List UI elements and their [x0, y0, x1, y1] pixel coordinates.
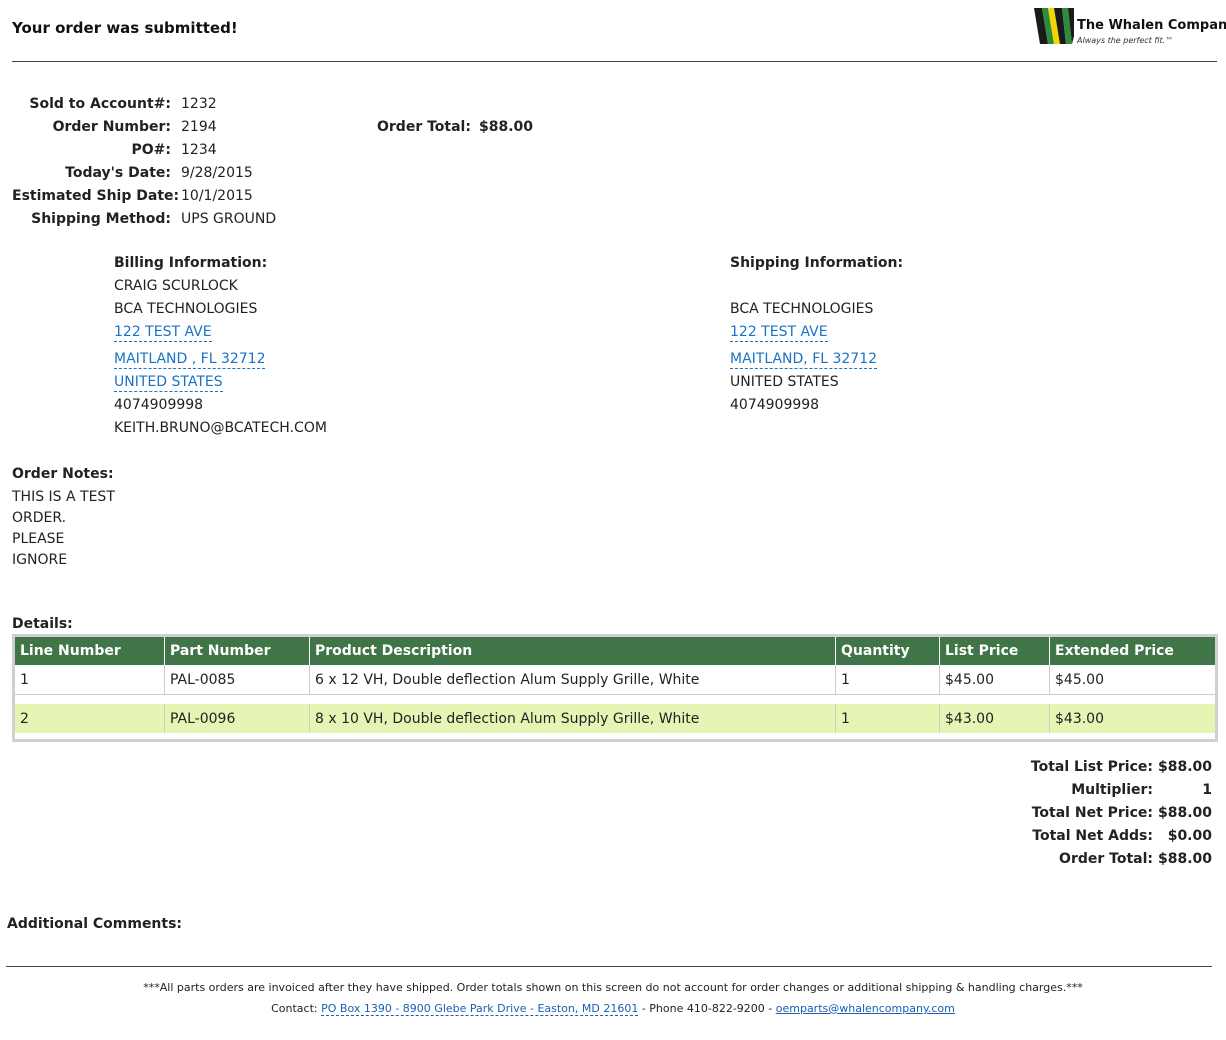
shipping-company: BCA TECHNOLOGIES: [730, 301, 874, 317]
shipping-country: UNITED STATES: [730, 374, 839, 390]
billing-name: CRAIG SCURLOCK: [114, 278, 238, 294]
table-row: 2 PAL-0096 8 x 10 VH, Double deflection …: [13, 704, 1217, 733]
table-row: 1 PAL-0085 6 x 12 VH, Double deflection …: [13, 665, 1217, 695]
total-list-price-value: $88.00: [1157, 759, 1212, 775]
billing-phone: 4074909998: [114, 397, 204, 413]
order-notes-heading: Order Notes:: [12, 466, 114, 482]
billing-email: KEITH.BRUNO@BCATECH.COM: [114, 420, 327, 436]
todays-date-value: 9/28/2015: [181, 165, 253, 181]
billing-street-link[interactable]: 122 TEST AVE: [114, 324, 212, 342]
cell-line-number: 1: [13, 665, 165, 695]
details-heading: Details:: [12, 616, 73, 632]
shipping-method-value: UPS GROUND: [181, 211, 277, 227]
page-title: Your order was submitted!: [12, 19, 238, 37]
ship-date-value: 10/1/2015: [181, 188, 253, 204]
total-net-price-label: Total Net Price:: [1031, 805, 1153, 821]
whalen-w-logo-icon: [1034, 8, 1074, 44]
order-total-value: $88.00: [1157, 851, 1212, 867]
order-number-label: Order Number:: [52, 119, 171, 135]
order-total-header-label: Order Total:: [377, 119, 471, 135]
billing-country-link[interactable]: UNITED STATES: [114, 374, 223, 392]
cell-extended-price: $45.00: [1049, 665, 1217, 695]
contact-prefix: Contact:: [271, 1002, 322, 1015]
contact-phone: - Phone 410-822-9200 -: [638, 1002, 776, 1015]
todays-date-label: Today's Date:: [65, 165, 171, 181]
cell-part-number: PAL-0096: [164, 704, 310, 733]
total-list-price-label: Total List Price:: [1030, 759, 1153, 775]
cell-list-price: $45.00: [939, 665, 1050, 695]
footer-address-link[interactable]: PO Box 1390 - 8900 Glebe Park Drive - Ea…: [321, 1002, 639, 1016]
order-notes-line: THIS IS A TEST: [12, 489, 115, 505]
shipping-phone: 4074909998: [730, 397, 820, 413]
billing-company: BCA TECHNOLOGIES: [114, 301, 258, 317]
footer-email-link[interactable]: oemparts@whalencompany.com: [776, 1002, 955, 1015]
additional-comments-heading: Additional Comments:: [7, 916, 183, 932]
order-notes-line: ORDER.: [12, 510, 67, 526]
order-total-label: Order Total:: [1059, 851, 1153, 867]
col-header-product-description: Product Description: [309, 635, 836, 665]
logo-company-name: The Whalen Company: [1077, 18, 1226, 33]
table-header-row: Line Number Part Number Product Descript…: [13, 635, 1217, 665]
total-net-price-value: $88.00: [1157, 805, 1212, 821]
col-header-line-number: Line Number: [13, 635, 165, 665]
shipping-heading: Shipping Information:: [730, 255, 904, 271]
billing-city-link[interactable]: MAITLAND , FL 32712: [114, 351, 266, 369]
multiplier-label: Multiplier:: [1071, 782, 1153, 798]
logo-tagline: Always the perfect fit.™: [1077, 36, 1174, 45]
ship-date-label: Estimated Ship Date:: [12, 188, 180, 204]
shipping-street-link[interactable]: 122 TEST AVE: [730, 324, 828, 342]
shipping-city-link[interactable]: MAITLAND, FL 32712: [730, 351, 878, 369]
col-header-quantity: Quantity: [835, 635, 940, 665]
cell-part-number: PAL-0085: [164, 665, 310, 695]
billing-heading: Billing Information:: [114, 255, 268, 271]
header-divider: [12, 61, 1217, 62]
po-value: 1234: [181, 142, 217, 158]
order-number-value: 2194: [181, 119, 217, 135]
footer-disclaimer: ***All parts orders are invoiced after t…: [143, 981, 1083, 994]
sold-to-label: Sold to Account#:: [29, 96, 171, 112]
cell-quantity: 1: [835, 704, 940, 733]
company-logo: The Whalen Company Always the perfect fi…: [1034, 6, 1226, 46]
shipping-method-label: Shipping Method:: [31, 211, 171, 227]
cell-product-description: 6 x 12 VH, Double deflection Alum Supply…: [309, 665, 836, 695]
col-header-list-price: List Price: [939, 635, 1050, 665]
footer-divider: [6, 966, 1212, 967]
total-net-adds-label: Total Net Adds:: [1032, 828, 1153, 844]
order-details-table: Line Number Part Number Product Descript…: [12, 634, 1218, 742]
order-notes-line: IGNORE: [12, 552, 68, 568]
order-notes-line: PLEASE: [12, 531, 65, 547]
footer-contact: Contact: PO Box 1390 - 8900 Glebe Park D…: [0, 1002, 1226, 1016]
order-total-header-value: $88.00: [479, 119, 534, 135]
col-header-extended-price: Extended Price: [1049, 635, 1217, 665]
po-label: PO#:: [131, 142, 172, 158]
cell-quantity: 1: [835, 665, 940, 695]
cell-line-number: 2: [13, 704, 165, 733]
cell-list-price: $43.00: [939, 704, 1050, 733]
col-header-part-number: Part Number: [164, 635, 310, 665]
sold-to-value: 1232: [181, 96, 217, 112]
total-net-adds-value: $0.00: [1167, 828, 1212, 844]
multiplier-value: 1: [1202, 782, 1212, 798]
cell-product-description: 8 x 10 VH, Double deflection Alum Supply…: [309, 704, 836, 733]
cell-extended-price: $43.00: [1049, 704, 1217, 733]
